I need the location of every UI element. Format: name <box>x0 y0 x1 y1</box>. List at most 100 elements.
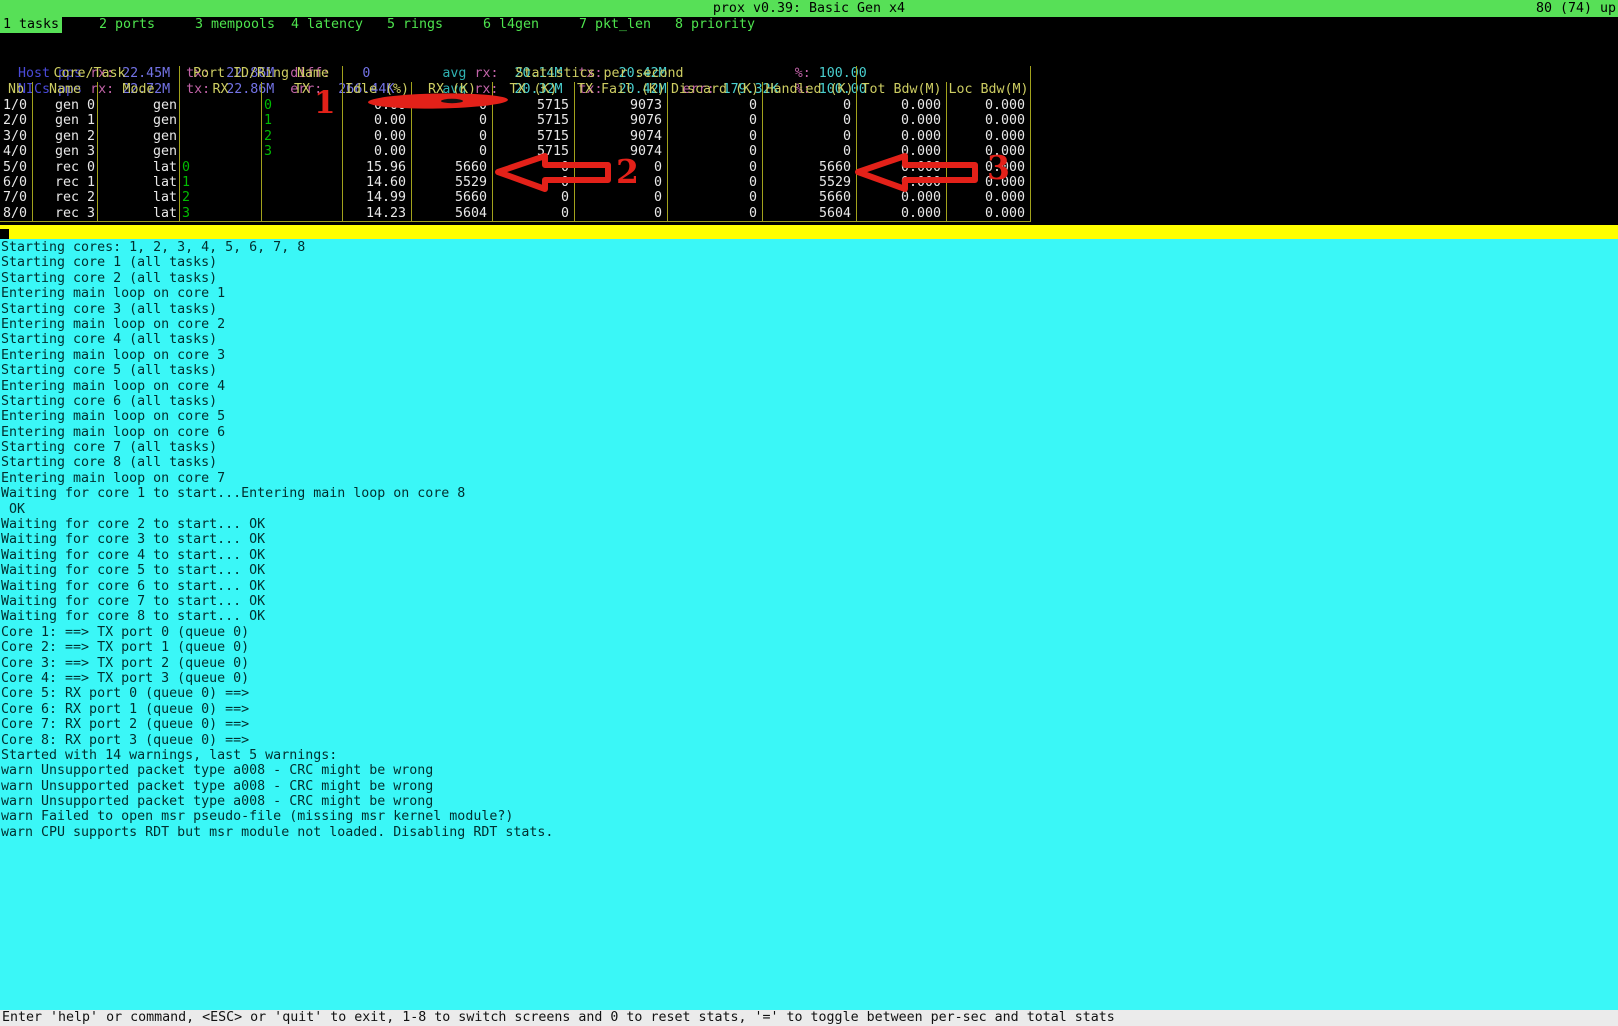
log-line: Waiting for core 1 to start...Entering m… <box>1 486 1618 501</box>
cell-tot-bdw: 0.000 <box>857 190 947 205</box>
log-line: Entering main loop on core 1 <box>1 286 1618 301</box>
table-row: 5/0 rec 0 lat 0 15.96 5660 0 0 0 5660 0.… <box>0 160 1031 175</box>
log-line: Starting core 3 (all tasks) <box>1 302 1618 317</box>
cell-handled-k: 0 <box>763 144 857 159</box>
cell-idle: 15.96 <box>343 160 412 175</box>
group-header-core-task: Core/Task <box>0 66 180 82</box>
cell-discard-k: 0 <box>668 144 763 159</box>
screen-tab[interactable]: 7 pkt_len <box>576 17 672 33</box>
cell-handled-k: 5529 <box>763 175 857 190</box>
text-cursor <box>0 229 9 239</box>
group-header-port-ring: Port ID/Ring Name <box>180 66 343 82</box>
cell-handled-k: 0 <box>763 113 857 128</box>
cell-rx-k: 0 <box>412 144 493 159</box>
screen-tabs: 1 tasks 2 ports 3 mempools 4 latency 5 r… <box>0 17 1618 33</box>
log-line: Waiting for core 2 to start... OK <box>1 517 1618 532</box>
cell-idle: 14.60 <box>343 175 412 190</box>
cell-rx-port: 1 <box>180 175 262 190</box>
cell-tx-port: 3 <box>262 144 343 159</box>
group-header-bandwidth <box>857 66 1031 82</box>
cell-mode: gen <box>98 98 180 113</box>
col-header-rx-k: RX (K) <box>412 82 493 98</box>
table-group-header-row: Core/Task Port ID/Ring Name Statistics p… <box>0 66 1031 82</box>
cell-name: rec 0 <box>33 160 98 175</box>
cell-handled-k: 5604 <box>763 206 857 221</box>
col-header-tx-fail: TX Fail (K) <box>575 82 668 98</box>
cell-rx-port: 3 <box>180 206 262 221</box>
stats-table: Core/Task Port ID/Ring Name Statistics p… <box>0 66 1031 222</box>
cell-nb: 4/0 <box>0 144 33 159</box>
log-line: warn Unsupported packet type a008 - CRC … <box>1 763 1618 778</box>
cell-discard-k: 0 <box>668 129 763 144</box>
log-line: Waiting for core 3 to start... OK <box>1 532 1618 547</box>
cell-tx-fail-k: 9074 <box>575 144 668 159</box>
screen-tab[interactable]: 6 l4gen <box>480 17 576 33</box>
col-header-mode: Mode <box>98 82 180 98</box>
log-line: Waiting for core 4 to start... OK <box>1 548 1618 563</box>
tab-label: 2 ports <box>96 17 158 32</box>
cell-tx-k: 5715 <box>493 113 575 128</box>
screen-tab[interactable]: 3 mempools <box>192 17 288 33</box>
cell-loc-bdw: 0.000 <box>947 98 1031 113</box>
log-line: Starting core 2 (all tasks) <box>1 271 1618 286</box>
cell-name: gen 3 <box>33 144 98 159</box>
prox-terminal: prox v0.39: Basic Gen x4 80 (74) up 1 ta… <box>0 0 1618 1026</box>
cell-nb: 2/0 <box>0 113 33 128</box>
cell-loc-bdw: 0.000 <box>947 160 1031 175</box>
tab-label: 4 latency <box>288 17 366 32</box>
log-line: Entering main loop on core 4 <box>1 379 1618 394</box>
cell-tot-bdw: 0.000 <box>857 129 947 144</box>
cell-discard-k: 0 <box>668 175 763 190</box>
log-line: Core 2: ==> TX port 1 (queue 0) <box>1 640 1618 655</box>
cell-tx-fail-k: 0 <box>575 206 668 221</box>
cell-rx-k: 5604 <box>412 206 493 221</box>
cell-idle: 0.00 <box>343 129 412 144</box>
cell-discard-k: 0 <box>668 206 763 221</box>
log-line: warn Failed to open msr pseudo-file (mis… <box>1 809 1618 824</box>
cell-idle: 0.00 <box>343 113 412 128</box>
screen-tab[interactable]: 5 rings <box>384 17 480 33</box>
table-row: 3/0 gen 2 gen 2 0.00 0 5715 9074 0 0 0.0… <box>0 129 1031 144</box>
cell-name: gen 2 <box>33 129 98 144</box>
cell-rx-port <box>180 98 262 113</box>
cell-nb: 1/0 <box>0 98 33 113</box>
cell-rx-port <box>180 144 262 159</box>
status-help-text: Enter 'help' or command, <ESC> or 'quit'… <box>2 1010 1115 1025</box>
cell-handled-k: 0 <box>763 98 857 113</box>
cell-idle: 14.99 <box>343 190 412 205</box>
cell-tx-fail-k: 0 <box>575 160 668 175</box>
cell-mode: gen <box>98 129 180 144</box>
log-line: Entering main loop on core 3 <box>1 348 1618 363</box>
cell-idle: 0.00 <box>343 144 412 159</box>
cell-mode: lat <box>98 190 180 205</box>
log-line: Starting core 5 (all tasks) <box>1 363 1618 378</box>
log-line: Starting cores: 1, 2, 3, 4, 5, 6, 7, 8 <box>1 240 1618 255</box>
cell-tx-k: 0 <box>493 160 575 175</box>
col-header-tx-k: TX (K) <box>493 82 575 98</box>
log-line: Entering main loop on core 5 <box>1 409 1618 424</box>
col-header-name: Name <box>33 82 98 98</box>
cell-tx-port <box>262 160 343 175</box>
cell-tx-port <box>262 190 343 205</box>
col-header-nb: Nb <box>0 82 33 98</box>
screen-tab[interactable]: 4 latency <box>288 17 384 33</box>
cell-tx-fail-k: 0 <box>575 175 668 190</box>
log-line: Entering main loop on core 6 <box>1 425 1618 440</box>
log-line: Waiting for core 5 to start... OK <box>1 563 1618 578</box>
col-header-loc-bdw: Loc Bdw(M) <box>947 82 1031 98</box>
screen-tab[interactable]: 2 ports <box>96 17 192 33</box>
title-bar: prox v0.39: Basic Gen x4 80 (74) up <box>0 0 1618 17</box>
tab-label: 5 rings <box>384 17 446 32</box>
table-row: 2/0 gen 1 gen 1 0.00 0 5715 9076 0 0 0.0… <box>0 113 1031 128</box>
cell-rx-port <box>180 113 262 128</box>
screen-tab[interactable]: 1 tasks <box>0 17 96 33</box>
tab-label: 3 mempools <box>192 17 278 32</box>
cell-tx-port <box>262 206 343 221</box>
cell-rx-k: 5529 <box>412 175 493 190</box>
cell-loc-bdw: 0.000 <box>947 144 1031 159</box>
cell-rx-port: 2 <box>180 190 262 205</box>
app-title: prox v0.39: Basic Gen x4 <box>713 1 905 16</box>
command-bar[interactable] <box>0 225 1618 239</box>
screen-tab[interactable]: 8 priority <box>672 17 768 33</box>
cell-handled-k: 0 <box>763 129 857 144</box>
